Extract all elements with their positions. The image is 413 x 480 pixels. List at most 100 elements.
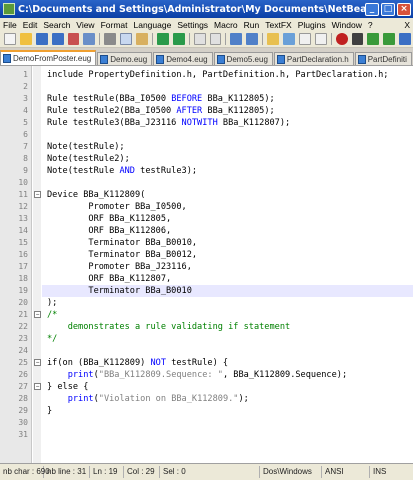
save-icon[interactable]	[35, 33, 48, 45]
code-line[interactable]: if(on (BBa_K112809) NOT testRule) {	[47, 357, 228, 369]
menu-format[interactable]: Format	[98, 20, 131, 30]
save-macro-icon[interactable]	[399, 33, 411, 45]
save-all-icon[interactable]	[51, 33, 64, 45]
redo-icon[interactable]	[172, 33, 185, 45]
tab-document[interactable]: Demo4.eug	[153, 52, 213, 65]
menu-plugins[interactable]: Plugins	[295, 20, 329, 30]
tab-document[interactable]: Demo5.eug	[213, 52, 273, 65]
indent-guide-icon[interactable]	[314, 33, 327, 45]
fold-toggle-icon[interactable]: −	[34, 383, 41, 390]
paste-icon[interactable]	[136, 33, 148, 45]
find-icon[interactable]	[193, 33, 206, 45]
code-line[interactable]: include PropertyDefinition.h, PartDefini…	[47, 69, 388, 81]
tab-document[interactable]: PartDeclaration.h	[273, 52, 354, 65]
close-file-icon[interactable]	[67, 33, 80, 45]
toolbar-separator	[262, 33, 264, 45]
tab-document[interactable]: Demo.eug	[97, 52, 153, 65]
code-line[interactable]: Terminator BBa_B0010,	[47, 237, 197, 249]
code-line[interactable]: Note(testRule);	[47, 141, 125, 153]
code-line[interactable]: Promoter BBa_I0500,	[47, 201, 186, 213]
code-line[interactable]: } else {	[47, 381, 88, 393]
menu-textfx[interactable]: TextFX	[262, 20, 294, 30]
code-line[interactable]: Note(testRule AND testRule3);	[47, 165, 197, 177]
fold-toggle-icon[interactable]: −	[34, 311, 41, 318]
print-icon[interactable]	[83, 33, 96, 45]
menu-macro[interactable]: Macro	[211, 20, 241, 30]
close-document-button[interactable]: X	[401, 20, 413, 30]
code-token: ORF BBa_K112805,	[47, 214, 172, 224]
copy-icon[interactable]	[120, 33, 133, 45]
close-button[interactable]: ×	[397, 2, 411, 16]
zoom-out-icon[interactable]	[246, 33, 259, 45]
code-line[interactable]: print("Violation on BBa_K112809.");	[47, 393, 249, 405]
code-token: Note(testRule	[47, 166, 120, 176]
line-number: 30	[18, 418, 28, 427]
code-line[interactable]: Rule testRule3(BBa_J23116 NOTWITH BBa_K1…	[47, 117, 290, 129]
menu-view[interactable]: View	[73, 20, 97, 30]
menu-search[interactable]: Search	[40, 20, 73, 30]
code-line[interactable]: ORF BBa_K112805,	[47, 213, 171, 225]
save-state-icon	[276, 54, 285, 64]
code-line[interactable]: print("BBa_K112809.Sequence: ", BBa_K112…	[47, 369, 347, 381]
code-line[interactable]: Note(testRule2);	[47, 153, 130, 165]
zoom-in-icon[interactable]	[230, 33, 243, 45]
code-token: Terminator BBa_B0012,	[47, 250, 198, 260]
menu-edit[interactable]: Edit	[20, 20, 41, 30]
tab-label: Demo.eug	[110, 54, 148, 64]
code-line[interactable]: ORF BBa_K112807,	[47, 273, 171, 285]
code-editor[interactable]: 1 2 3 4 5 6 7 8 9 10 11 12 13 14 15 16 17 18 19 20 21 22 23 24 2…	[0, 65, 413, 463]
fold-toggle-icon[interactable]: −	[34, 191, 41, 198]
new-file-icon[interactable]	[4, 33, 16, 45]
line-number: 2	[23, 82, 28, 91]
code-line[interactable]: Terminator BBa_B0012,	[47, 249, 197, 261]
code-line[interactable]: demonstrates a rule validating if statem…	[47, 321, 291, 333]
code-token: Terminator BBa_B0010	[47, 286, 192, 296]
line-number: 19	[18, 286, 28, 295]
stop-macro-icon[interactable]	[351, 33, 364, 45]
tab-document[interactable]: DemoFromPoster.eug	[0, 50, 97, 65]
line-number: 12	[18, 202, 28, 211]
menu-run[interactable]: Run	[241, 20, 263, 30]
comment-token: demonstrates a rule validating if statem…	[47, 322, 291, 332]
tab-document[interactable]: PartDefiniti	[354, 52, 412, 65]
sync-scroll-icon[interactable]	[267, 33, 279, 45]
fold-toggle-icon[interactable]: −	[34, 359, 41, 366]
toolbar-separator	[330, 33, 332, 45]
show-all-chars-icon[interactable]	[298, 33, 311, 45]
notepad-app-icon[interactable]	[3, 3, 15, 15]
run-macro-multiple-icon[interactable]	[383, 33, 396, 45]
menu-settings[interactable]: Settings	[174, 20, 211, 30]
line-number: 27	[18, 382, 28, 391]
minimize-button[interactable]: _	[365, 2, 379, 16]
code-line[interactable]: );	[47, 297, 57, 309]
string-token: "BBa_K112809.Sequence: "	[98, 370, 223, 380]
code-line[interactable]: /*	[47, 309, 57, 321]
tab-label: PartDefiniti	[367, 54, 407, 64]
menu-window[interactable]: Window	[329, 20, 365, 30]
play-macro-icon[interactable]	[367, 33, 380, 45]
toolbar-separator	[188, 33, 190, 45]
open-file-icon[interactable]	[19, 33, 32, 45]
comment-token: */	[47, 334, 58, 344]
code-line[interactable]: Promoter BBa_J23116,	[47, 261, 191, 273]
word-wrap-icon[interactable]	[282, 33, 295, 45]
code-line[interactable]: Rule testRule2(BBa_I0500 AFTER BBa_K1128…	[47, 105, 275, 117]
code-line[interactable]: }	[47, 405, 52, 417]
code-line[interactable]: Rule testRule(BBa_I0500 BEFORE BBa_K1128…	[47, 93, 275, 105]
code-line[interactable]: Device BBa_K112809(	[47, 189, 145, 201]
code-line[interactable]: */	[47, 333, 57, 345]
maximize-button[interactable]: □	[381, 2, 395, 16]
replace-icon[interactable]	[209, 33, 222, 45]
undo-icon[interactable]	[156, 33, 169, 45]
menu-file[interactable]: File	[0, 20, 20, 30]
menu-help[interactable]: ?	[365, 20, 376, 30]
menu-language[interactable]: Language	[131, 20, 175, 30]
line-number: 23	[18, 334, 28, 343]
fold-margin[interactable]	[33, 66, 41, 463]
code-line[interactable]: Terminator BBa_B0010	[47, 285, 192, 297]
code-line[interactable]: ORF BBa_K112806,	[47, 225, 171, 237]
status-line: Ln : 19	[90, 466, 124, 478]
document-tab-bar: DemoFromPoster.eug Demo.eug Demo4.eug Demo5…	[0, 49, 413, 65]
record-macro-icon[interactable]	[335, 33, 348, 45]
cut-icon[interactable]	[104, 33, 117, 45]
